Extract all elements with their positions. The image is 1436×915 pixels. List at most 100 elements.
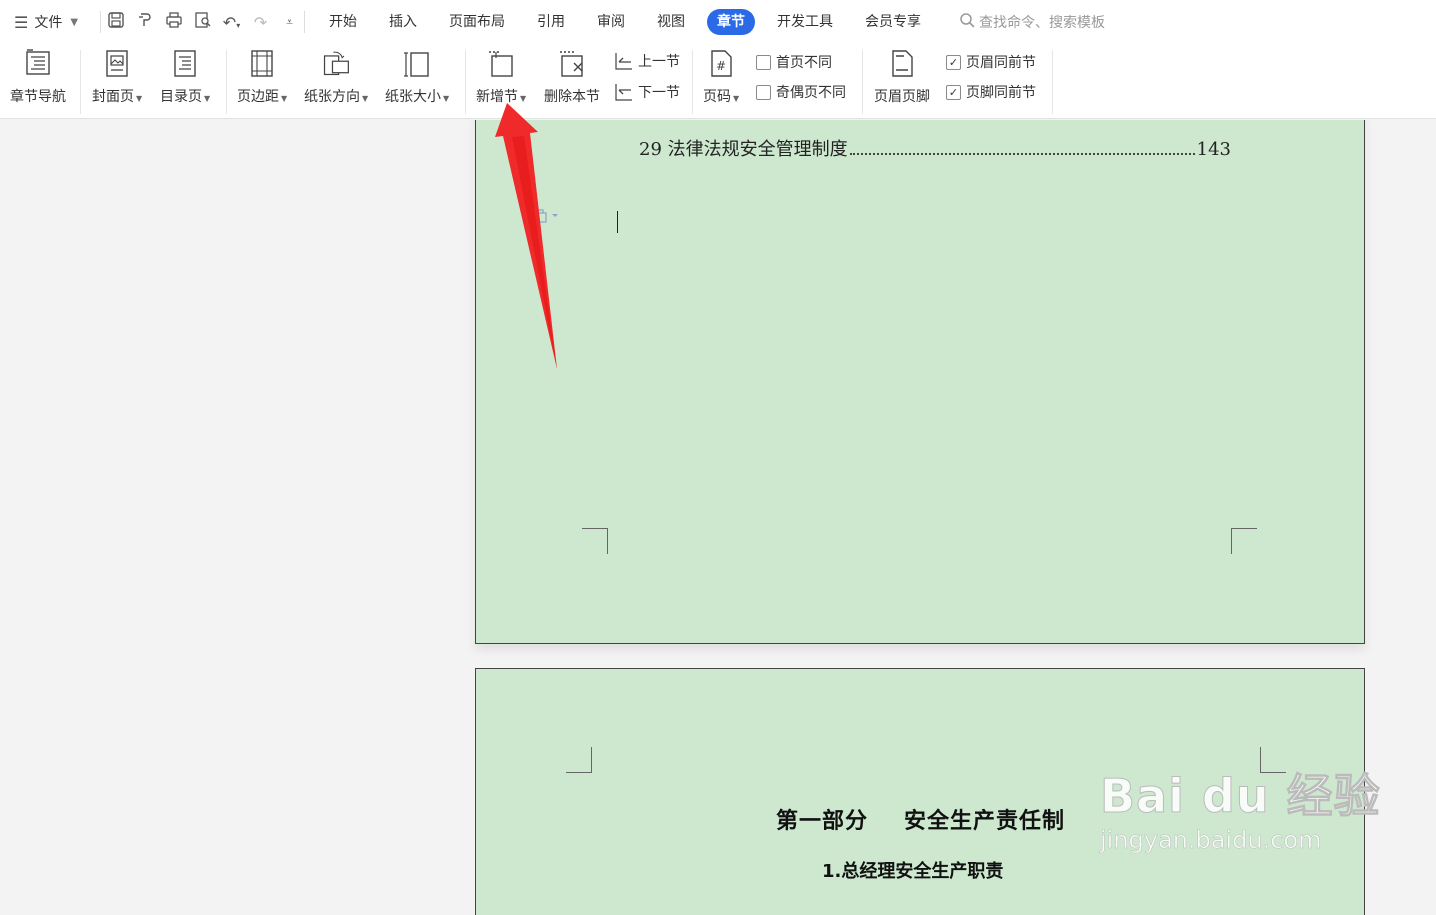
orientation-icon bbox=[321, 46, 351, 80]
dropdown-arrow-icon: ▼ bbox=[136, 94, 143, 103]
tab-member[interactable]: 会员专享 bbox=[849, 9, 937, 35]
header-footer-label: 页眉页脚 bbox=[874, 89, 930, 105]
margins-button[interactable]: 页边距 ▼ bbox=[237, 46, 287, 106]
format-painter-icon[interactable] bbox=[130, 11, 159, 33]
file-menu[interactable]: ☰ 文件 ▼ bbox=[0, 0, 100, 44]
chapter-nav-label: 章节导航 bbox=[10, 89, 66, 105]
menu-bar: ☰ 文件 ▼ ↶▾ ↷ ⩡ 开始 插入 页面布局 引用 审阅 视图 章节 开发工… bbox=[0, 0, 1436, 44]
tab-page-layout[interactable]: 页面布局 bbox=[433, 9, 521, 35]
footer-same-as-previous-checkbox[interactable]: ✓ 页脚同前节 bbox=[946, 82, 1036, 102]
watermark-url: jingyan.baidu.com bbox=[1100, 826, 1322, 855]
margins-label: 页边距 bbox=[237, 89, 279, 105]
dropdown-arrow-icon: ▼ bbox=[520, 94, 527, 103]
next-section-button[interactable]: 下一节 bbox=[613, 82, 680, 102]
toc-entry[interactable]: 29 法律法规安全管理制度 143 bbox=[639, 135, 1231, 161]
tab-review[interactable]: 审阅 bbox=[581, 9, 641, 35]
cover-page-label: 封面页 bbox=[92, 89, 134, 105]
save-icon[interactable] bbox=[101, 11, 130, 33]
header-same-label: 页眉同前节 bbox=[966, 55, 1036, 71]
divider bbox=[226, 50, 227, 114]
paper-size-button[interactable]: 纸张大小 ▼ bbox=[385, 46, 449, 106]
divider bbox=[1052, 50, 1053, 114]
tab-home[interactable]: 开始 bbox=[313, 9, 373, 35]
page-corner-mark bbox=[566, 747, 592, 773]
text-cursor bbox=[617, 211, 618, 233]
paper-size-icon bbox=[402, 46, 432, 80]
page-number-button[interactable]: # 页码 ▼ bbox=[703, 46, 739, 106]
undo-icon[interactable]: ↶▾ bbox=[217, 13, 246, 32]
paste-options-icon[interactable] bbox=[534, 209, 558, 226]
toc-page-icon bbox=[170, 46, 200, 80]
divider bbox=[692, 50, 693, 114]
next-section-icon bbox=[613, 82, 635, 102]
footer-same-label: 页脚同前节 bbox=[966, 85, 1036, 101]
section-heading-title: 安全生产责任制 bbox=[904, 809, 1066, 834]
checkmark-icon: ✓ bbox=[946, 54, 961, 70]
hamburger-icon: ☰ bbox=[14, 12, 29, 32]
dropdown-arrow-icon: ▼ bbox=[204, 94, 211, 103]
orientation-label: 纸张方向 bbox=[304, 89, 360, 105]
chevron-down-icon: ▼ bbox=[70, 16, 79, 28]
header-same-as-previous-checkbox[interactable]: ✓ 页眉同前节 bbox=[946, 52, 1036, 72]
delete-section-button[interactable]: 删除本节 bbox=[544, 46, 600, 106]
page-number-icon: # bbox=[706, 46, 736, 80]
margins-icon bbox=[247, 46, 277, 80]
toc-page-button[interactable]: 目录页 ▼ bbox=[160, 46, 210, 106]
redo-icon[interactable]: ↷ bbox=[246, 13, 275, 32]
chapter-nav-icon bbox=[23, 46, 53, 80]
tab-section[interactable]: 章节 bbox=[707, 9, 755, 35]
dropdown-arrow-icon: ▼ bbox=[362, 94, 369, 103]
first-page-different-checkbox[interactable]: 首页不同 bbox=[756, 52, 832, 72]
prev-section-button[interactable]: 上一节 bbox=[613, 51, 680, 71]
command-search[interactable]: 查找命令、搜索模板 bbox=[959, 12, 1105, 32]
search-placeholder: 查找命令、搜索模板 bbox=[979, 15, 1105, 31]
ribbon-tabs: 开始 插入 页面布局 引用 审阅 视图 章节 开发工具 会员专享 bbox=[313, 0, 937, 44]
tab-developer[interactable]: 开发工具 bbox=[761, 9, 849, 35]
section-heading-part: 第一部分 bbox=[776, 809, 869, 834]
toc-entry-page: 143 bbox=[1196, 139, 1231, 160]
file-menu-label: 文件 bbox=[34, 15, 63, 31]
document-page[interactable]: 29 法律法规安全管理制度 143 bbox=[475, 120, 1365, 644]
page-corner-mark bbox=[1231, 528, 1257, 554]
new-section-label: 新增节 bbox=[476, 89, 518, 105]
divider bbox=[465, 50, 466, 114]
cover-page-button[interactable]: 封面页 ▼ bbox=[92, 46, 142, 106]
print-icon[interactable] bbox=[159, 11, 188, 33]
prev-section-icon bbox=[613, 51, 635, 71]
prev-section-label: 上一节 bbox=[638, 54, 680, 70]
checkbox-unchecked bbox=[756, 54, 771, 70]
toc-page-label: 目录页 bbox=[160, 89, 202, 105]
toc-leader-dots bbox=[849, 153, 1195, 155]
odd-even-different-checkbox[interactable]: 奇偶页不同 bbox=[756, 82, 846, 102]
dropdown-arrow-icon: ▼ bbox=[733, 94, 740, 103]
header-footer-button[interactable]: 页眉页脚 bbox=[874, 46, 930, 106]
page-number-label: 页码 bbox=[703, 89, 731, 105]
search-icon bbox=[959, 12, 975, 32]
tab-references[interactable]: 引用 bbox=[521, 9, 581, 35]
first-page-different-label: 首页不同 bbox=[776, 55, 832, 71]
print-preview-icon[interactable] bbox=[188, 11, 217, 33]
page-corner-mark bbox=[582, 528, 608, 554]
customize-toolbar-icon[interactable]: ⩡ bbox=[275, 15, 304, 30]
toc-entry-text: 29 法律法规安全管理制度 bbox=[639, 139, 848, 160]
delete-section-label: 删除本节 bbox=[544, 89, 600, 105]
orientation-button[interactable]: 纸张方向 ▼ bbox=[304, 46, 368, 106]
next-section-label: 下一节 bbox=[638, 85, 680, 101]
section-heading: 第一部分 安全生产责任制 bbox=[776, 803, 1065, 835]
paper-size-label: 纸张大小 bbox=[385, 89, 441, 105]
svg-text:#: # bbox=[716, 59, 726, 73]
chapter-nav-button[interactable]: 章节导航 bbox=[10, 46, 66, 106]
header-footer-icon bbox=[887, 46, 917, 80]
section-ribbon: 章节导航 封面页 ▼ 目录页 ▼ 页边距 ▼ 纸张方向 ▼ 纸张大小 ▼ 新增节… bbox=[0, 44, 1436, 156]
tab-view[interactable]: 视图 bbox=[641, 9, 701, 35]
cover-page-icon bbox=[102, 46, 132, 80]
divider bbox=[80, 50, 81, 114]
divider bbox=[304, 11, 305, 33]
watermark-brand: Bai du 经验 bbox=[1100, 769, 1381, 824]
quick-access-toolbar: ↶▾ ↷ ⩡ bbox=[101, 0, 304, 44]
new-section-icon bbox=[486, 46, 516, 80]
dropdown-arrow-icon: ▼ bbox=[281, 94, 288, 103]
section-subheading: 1.总经理安全生产职责 bbox=[822, 861, 1004, 882]
new-section-button[interactable]: 新增节 ▼ bbox=[476, 46, 526, 106]
tab-insert[interactable]: 插入 bbox=[373, 9, 433, 35]
